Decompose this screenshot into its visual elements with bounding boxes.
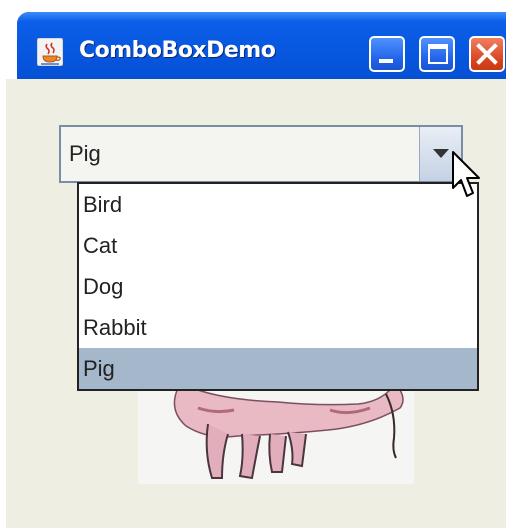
dropdown-item-dog[interactable]: Dog xyxy=(79,266,477,307)
dropdown-item-cat[interactable]: Cat xyxy=(79,225,477,266)
window-title: ComboBoxDemo xyxy=(79,38,276,63)
minimize-button[interactable] xyxy=(369,36,405,72)
java-coffee-icon xyxy=(37,38,63,66)
combo-dropdown-list: Bird Cat Dog Rabbit Pig xyxy=(77,182,479,391)
dropdown-item-pig[interactable]: Pig xyxy=(79,348,477,389)
pig-illustration xyxy=(173,387,404,480)
maximize-button[interactable] xyxy=(419,36,455,72)
chevron-down-icon xyxy=(433,149,449,158)
pig-image xyxy=(138,380,414,484)
animal-combo-box[interactable]: Pig xyxy=(59,125,463,183)
close-icon xyxy=(476,43,498,65)
close-button[interactable] xyxy=(469,36,505,72)
maximize-icon xyxy=(428,44,448,64)
combo-selected-value: Pig xyxy=(69,141,101,166)
mouse-cursor-icon xyxy=(452,151,480,197)
dropdown-item-rabbit[interactable]: Rabbit xyxy=(79,307,477,348)
dropdown-item-bird[interactable]: Bird xyxy=(79,184,477,225)
minimize-icon xyxy=(379,59,393,63)
